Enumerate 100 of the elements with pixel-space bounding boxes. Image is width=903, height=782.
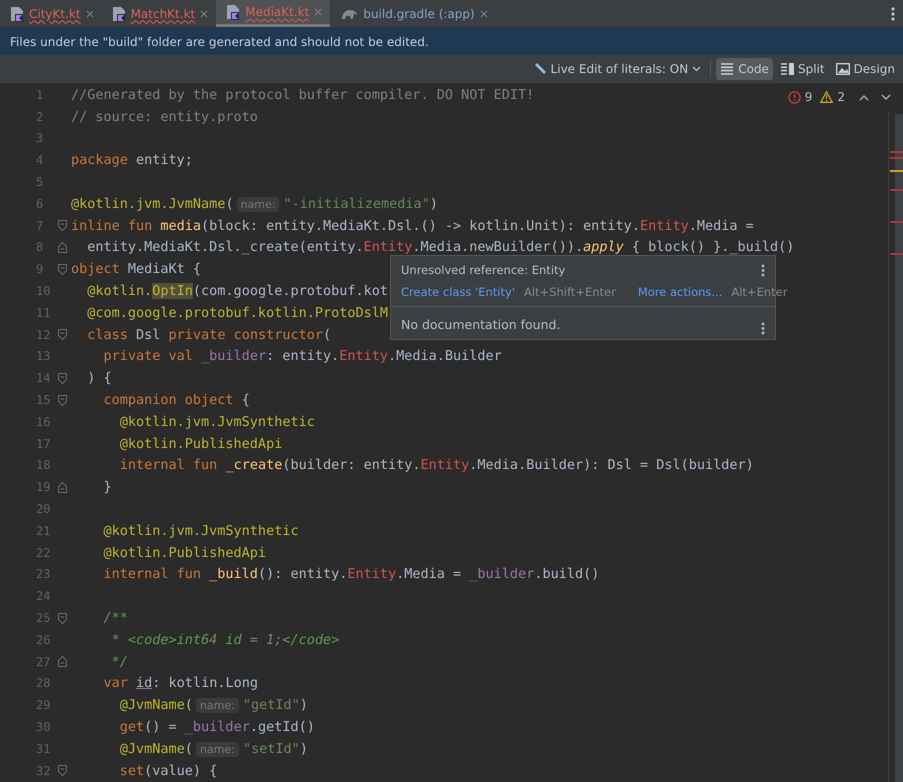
- code-text: : kotlin.Long: [152, 675, 258, 692]
- line-number: 3: [35, 131, 44, 146]
- editor-tab[interactable]: build.gradle (:app): [330, 0, 496, 27]
- property-name: _builder: [469, 566, 534, 582]
- kotlin-file-icon: [10, 6, 24, 22]
- kotlin-file-icon: [112, 6, 126, 22]
- code-string: "getId": [242, 697, 300, 714]
- code-text: .Media.Builder: [388, 348, 502, 364]
- view-mode-button[interactable]: Split: [776, 58, 829, 80]
- line-number: 5: [35, 175, 44, 190]
- close-icon[interactable]: [314, 8, 322, 16]
- line-number: 22: [35, 546, 52, 560]
- line-number: 30: [35, 720, 52, 734]
- scrollbar[interactable]: [895, 114, 903, 782]
- function-name: _create: [225, 457, 282, 474]
- code-text: ) {: [86, 370, 112, 386]
- highlighted-annotation: OptIn: [152, 283, 193, 300]
- fold-icon[interactable]: [58, 372, 67, 384]
- code-text: ): [300, 740, 308, 757]
- code-text: (com.google.protobuf.kot: [192, 283, 388, 300]
- code-keyword: private val: [102, 348, 194, 364]
- code-text: (: [184, 697, 193, 714]
- fold-icon[interactable]: [58, 612, 67, 624]
- code-annotation: @kotlin.jvm.JvmSynthetic: [102, 522, 299, 539]
- function-call: apply: [583, 239, 624, 256]
- live-edit-button[interactable]: Live Edit of literals: ON: [528, 58, 706, 80]
- line-number: 24: [35, 589, 52, 604]
- fold-icon[interactable]: [58, 656, 67, 668]
- close-icon[interactable]: [86, 10, 94, 18]
- line-number: 26: [35, 632, 52, 647]
- code-text: .Media =: [396, 566, 462, 582]
- more-actions-link[interactable]: More actions...: [638, 285, 722, 299]
- fold-icon[interactable]: [58, 242, 67, 253]
- code-annotation: @JvmName: [118, 697, 185, 714]
- code-text: .getId(): [250, 719, 315, 735]
- code-annotation: @kotlin.: [86, 283, 152, 300]
- code-text: Dsl: [136, 326, 162, 343]
- error-count[interactable]: 9: [804, 90, 812, 104]
- error-reference: Entity: [347, 566, 396, 582]
- line-number: 1: [35, 88, 44, 102]
- fold-icon[interactable]: [58, 329, 67, 340]
- code-keyword: var: [102, 675, 129, 692]
- close-icon[interactable]: [200, 10, 208, 18]
- code-text: ): [300, 697, 308, 714]
- pencil-icon: [532, 62, 547, 76]
- line-number: 4: [35, 153, 44, 168]
- doc-comment: */: [110, 654, 128, 670]
- editor-tab[interactable]: CityKt.kt: [0, 0, 102, 27]
- code-annotation: @JvmName: [118, 740, 185, 757]
- code-annotation: @kotlin.jvm.JvmSynthetic: [118, 414, 315, 430]
- code-text: (builder: entity.: [282, 457, 421, 474]
- fold-icon[interactable]: [58, 482, 67, 493]
- line-number: 9: [35, 262, 44, 276]
- code-comment: //Generated by the protocol buffer compiler. DO NOT EDIT!: [71, 86, 534, 103]
- parameter-hint: name:: [236, 196, 280, 212]
- code-keyword: private constructor: [168, 326, 323, 343]
- code-text: }: [102, 479, 112, 496]
- line-number: 15: [35, 393, 52, 408]
- line-number: 11: [35, 306, 52, 320]
- line-number: 13: [35, 349, 52, 364]
- code-text: .build(): [534, 566, 600, 582]
- more-options-icon[interactable]: [891, 6, 895, 20]
- view-mode-button[interactable]: Design: [832, 58, 899, 80]
- fold-icon[interactable]: [58, 264, 67, 275]
- parameter-hint: name:: [196, 742, 239, 757]
- more-options-icon[interactable]: [761, 264, 765, 276]
- code-keyword: internal fun: [102, 566, 202, 582]
- code-text: (: [184, 740, 193, 757]
- code-text: (: [322, 326, 332, 343]
- line-number: 20: [35, 502, 52, 516]
- code-text: : entity.: [266, 348, 340, 364]
- code-keyword: inline fun: [71, 218, 154, 234]
- code-annotation: @kotlin.PublishedApi: [118, 436, 282, 452]
- warning-count[interactable]: 2: [837, 90, 845, 104]
- close-icon[interactable]: [480, 10, 488, 18]
- code-text: .Media =: [688, 218, 754, 234]
- code-keyword: class: [86, 326, 129, 343]
- code-keyword: companion object: [102, 392, 235, 408]
- warning-icon: [820, 91, 834, 103]
- code-text: {: [242, 392, 250, 408]
- line-number: 21: [35, 524, 52, 538]
- fold-icon[interactable]: [58, 220, 67, 232]
- error-icon: [788, 90, 801, 104]
- shortcut-hint: Alt+Enter: [731, 285, 788, 299]
- create-class-link[interactable]: Create class 'Entity': [401, 285, 515, 299]
- editor-tab[interactable]: MatchKt.kt: [102, 0, 216, 27]
- code-string: "setId": [242, 740, 300, 757]
- line-number: 25: [35, 611, 52, 626]
- code-keyword: get: [118, 719, 144, 735]
- editor-tab[interactable]: MediaKt.kt: [216, 0, 330, 27]
- error-message: Unresolved reference: Entity: [401, 263, 566, 277]
- more-options-icon[interactable]: [761, 322, 765, 335]
- next-icon[interactable]: [881, 94, 891, 100]
- shortcut-hint: Alt+Shift+Enter: [524, 285, 616, 299]
- split-view-icon: [780, 63, 794, 75]
- previous-icon[interactable]: [859, 94, 869, 100]
- fold-icon[interactable]: [58, 394, 67, 406]
- line-number: 14: [35, 371, 52, 386]
- view-mode-button[interactable]: Code: [716, 58, 773, 80]
- fold-icon[interactable]: [58, 765, 67, 776]
